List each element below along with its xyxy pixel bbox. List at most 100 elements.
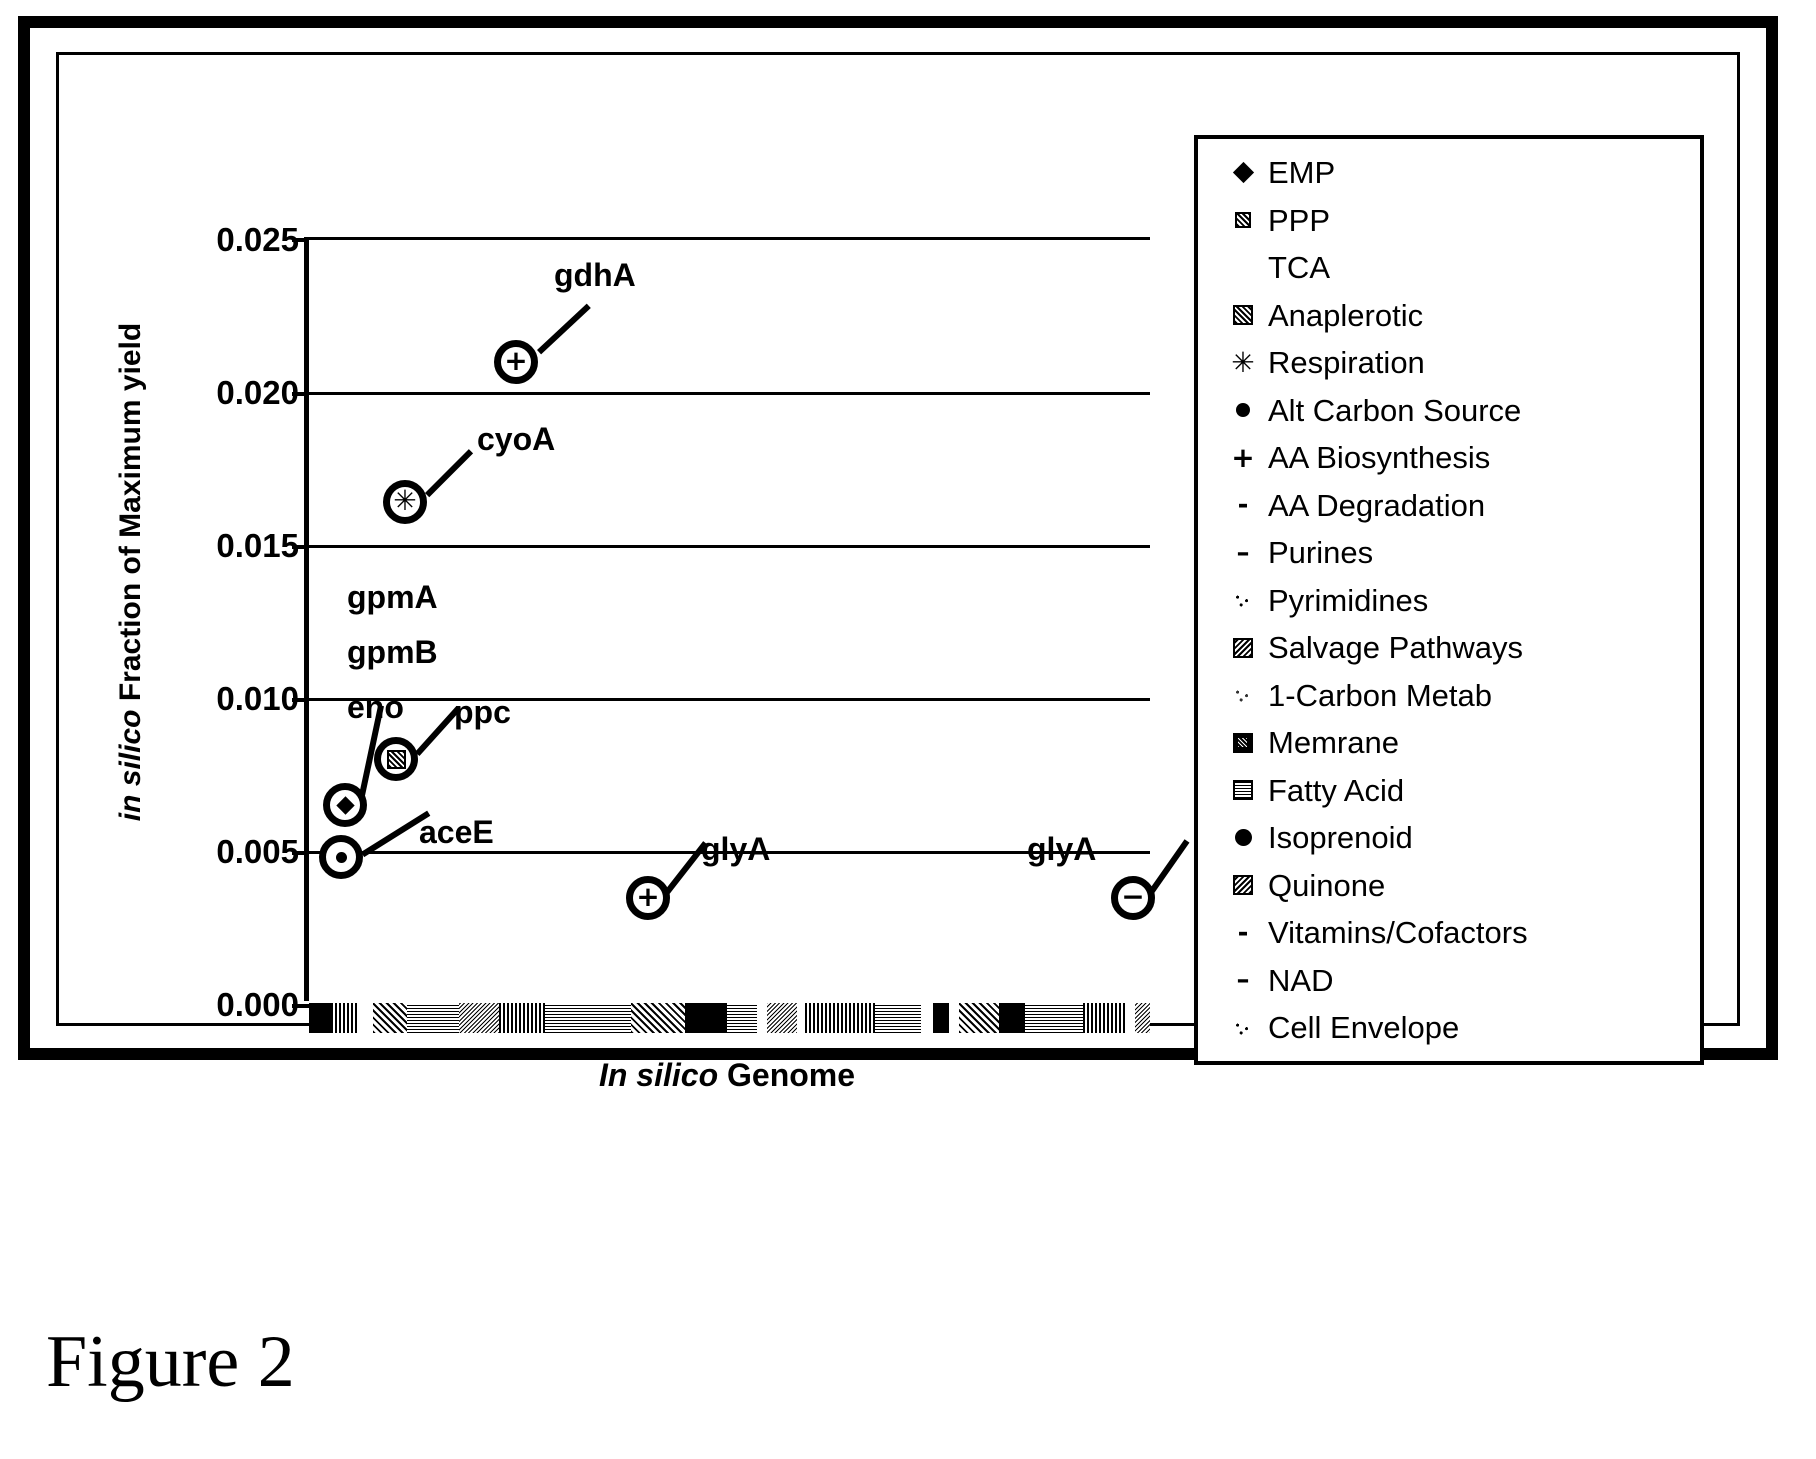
genome-segment bbox=[407, 1003, 459, 1033]
plus-icon: + bbox=[636, 880, 660, 913]
legend-item-aa-biosynthesis[interactable]: + AA Biosynthesis bbox=[1220, 434, 1700, 482]
blank-icon bbox=[1220, 258, 1266, 278]
sparse-dots-icon bbox=[1220, 1020, 1266, 1035]
genome-segment bbox=[359, 1003, 373, 1033]
legend-item-quinone[interactable]: Quinone bbox=[1220, 862, 1700, 910]
legend-item-respiration[interactable]: ✳ Respiration bbox=[1220, 339, 1700, 387]
genome-map-bar bbox=[309, 1003, 1150, 1033]
leader-line-cyoA bbox=[425, 449, 474, 498]
legend-label: Isoprenoid bbox=[1268, 820, 1413, 856]
legend-item-pyrimidines[interactable]: Pyrimidines bbox=[1220, 577, 1700, 625]
asterisk-icon: ✳ bbox=[1231, 345, 1255, 379]
genome-segment bbox=[545, 1003, 631, 1033]
y-tick-0025 bbox=[292, 238, 309, 242]
legend-item-cell-envelope[interactable]: Cell Envelope bbox=[1220, 1004, 1700, 1052]
grid-square-icon bbox=[1220, 780, 1266, 801]
legend-label: PPP bbox=[1268, 202, 1331, 238]
legend-label: Salvage Pathways bbox=[1268, 630, 1524, 666]
legend-label: Respiration bbox=[1268, 345, 1425, 381]
legend-label: Alt Carbon Source bbox=[1268, 392, 1522, 428]
y-tick-label: 0.010 bbox=[216, 680, 299, 717]
genome-segment bbox=[949, 1003, 959, 1033]
y-tick-0005 bbox=[292, 851, 309, 855]
genome-segment bbox=[727, 1003, 757, 1033]
legend-item-emp[interactable]: EMP bbox=[1220, 149, 1700, 197]
legend-item-salvage-pathways[interactable]: Salvage Pathways bbox=[1220, 624, 1700, 672]
diamond-icon bbox=[335, 795, 355, 815]
plus-icon: + bbox=[1231, 440, 1255, 474]
genome-segment bbox=[331, 1003, 359, 1033]
genome-segment bbox=[631, 1003, 685, 1033]
legend-item-1-carbon-metab[interactable]: 1-Carbon Metab bbox=[1220, 672, 1700, 720]
hatched-square-icon bbox=[1220, 305, 1266, 326]
data-point-glyA-mid[interactable]: + bbox=[626, 876, 670, 920]
legend-label: EMP bbox=[1268, 155, 1336, 191]
legend-item-nad[interactable]: – NAD bbox=[1220, 957, 1700, 1005]
data-point-cyoA[interactable]: ✳ bbox=[383, 480, 427, 524]
genome-segment bbox=[933, 1003, 949, 1033]
dense-square-icon bbox=[1220, 875, 1266, 896]
genome-segment bbox=[767, 1003, 797, 1033]
legend-item-aa-degradation[interactable]: - AA Degradation bbox=[1220, 482, 1700, 530]
data-point-glyA-right[interactable]: − bbox=[1111, 876, 1155, 920]
genome-segment bbox=[499, 1003, 545, 1033]
asterisk-icon: ✳ bbox=[393, 484, 417, 517]
diamond-icon bbox=[1220, 162, 1266, 184]
legend-item-ppp[interactable]: PPP bbox=[1220, 197, 1700, 245]
data-point-gdhA[interactable]: + bbox=[494, 340, 538, 384]
genome-segment bbox=[309, 1003, 331, 1033]
genome-segment bbox=[1025, 1003, 1083, 1033]
leader-line-glyA-right bbox=[1149, 839, 1190, 894]
genome-segment bbox=[959, 1003, 999, 1033]
data-point-aceE[interactable] bbox=[319, 835, 363, 879]
sparse-dots-light-icon bbox=[1220, 688, 1266, 703]
legend-label: AA Biosynthesis bbox=[1268, 440, 1491, 476]
legend-label: Quinone bbox=[1268, 867, 1386, 903]
hyphen-icon: - bbox=[1237, 917, 1249, 948]
genome-segment bbox=[797, 1003, 805, 1033]
hyphen-icon: - bbox=[1237, 490, 1249, 521]
chart-legend: EMP PPP TCA Anaplerotic ✳ Respiration Al… bbox=[1194, 135, 1704, 1065]
legend-item-alt-carbon-source[interactable]: Alt Carbon Source bbox=[1220, 387, 1700, 435]
x-axis-title: In silico Genome bbox=[304, 1057, 1150, 1094]
point-label-glyA-mid: glyA bbox=[701, 831, 771, 867]
legend-label: Fatty Acid bbox=[1268, 772, 1405, 808]
genome-segment bbox=[1127, 1003, 1135, 1033]
legend-item-tca[interactable]: TCA bbox=[1220, 244, 1700, 292]
genome-segment bbox=[1083, 1003, 1127, 1033]
data-point-ppc[interactable] bbox=[374, 737, 418, 781]
legend-label: AA Degradation bbox=[1268, 487, 1486, 523]
legend-item-fatty-acid[interactable]: Fatty Acid bbox=[1220, 767, 1700, 815]
data-point-gpmA-gpmB-eno[interactable] bbox=[323, 783, 367, 827]
minus-icon: − bbox=[1121, 880, 1145, 913]
x-axis-title-rest: Genome bbox=[718, 1057, 856, 1093]
x-axis-title-italic: In silico bbox=[598, 1057, 719, 1093]
gridline-0020 bbox=[309, 392, 1150, 395]
dot-icon bbox=[335, 851, 347, 863]
legend-item-memrane[interactable]: Memrane bbox=[1220, 719, 1700, 767]
genome-segment bbox=[999, 1003, 1025, 1033]
y-tick-0015 bbox=[292, 545, 309, 549]
patent-figure-frame: in silico Fraction of Maximum yield 0.02… bbox=[18, 16, 1778, 1093]
legend-label: NAD bbox=[1268, 962, 1334, 998]
legend-item-anaplerotic[interactable]: Anaplerotic bbox=[1220, 292, 1700, 340]
point-label-aceE: aceE bbox=[419, 814, 494, 850]
legend-label: 1-Carbon Metab bbox=[1268, 677, 1493, 713]
y-tick-label-column: 0.025 0.020 0.015 0.010 0.005 0.000 bbox=[139, 55, 299, 1099]
legend-item-purines[interactable]: – Purines bbox=[1220, 529, 1700, 577]
plus-icon: + bbox=[504, 344, 528, 377]
legend-item-isoprenoid[interactable]: Isoprenoid bbox=[1220, 814, 1700, 862]
legend-item-vitamins-cofactors[interactable]: - Vitamins/Cofactors bbox=[1220, 909, 1700, 957]
point-label-ppc: ppc bbox=[454, 694, 511, 730]
genome-segment bbox=[921, 1003, 933, 1033]
dense-hatched-square-icon bbox=[1220, 637, 1266, 658]
y-tick-label: 0.025 bbox=[216, 221, 299, 258]
dash-icon: – bbox=[1236, 537, 1250, 568]
legend-label: Cell Envelope bbox=[1268, 1010, 1460, 1046]
figure-inner-border: in silico Fraction of Maximum yield 0.02… bbox=[56, 52, 1740, 1093]
hatched-square-icon bbox=[386, 749, 406, 769]
sparse-dots-icon bbox=[1220, 593, 1266, 608]
genome-segment bbox=[875, 1003, 921, 1033]
point-label-eno: eno bbox=[347, 689, 404, 725]
large-dot-icon bbox=[1220, 829, 1266, 847]
